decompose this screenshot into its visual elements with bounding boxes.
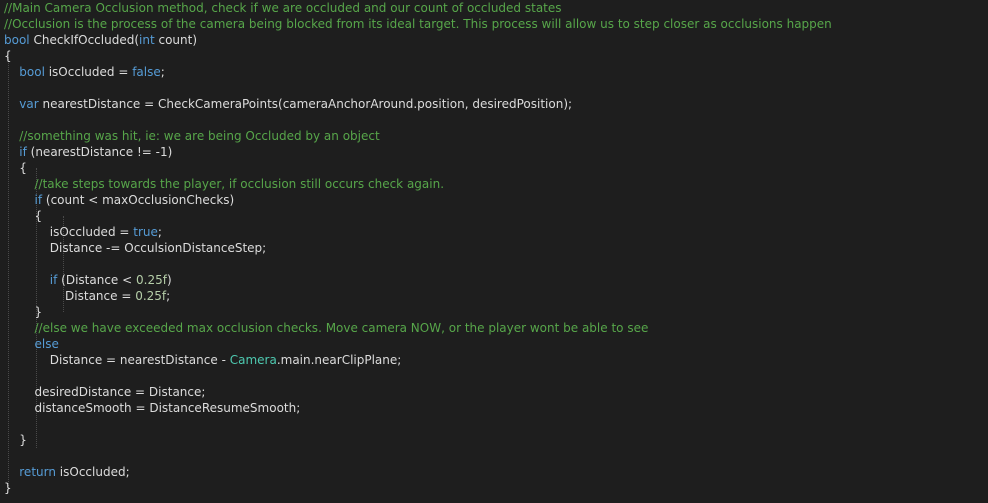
code-line[interactable]: isOccluded = true;	[0, 224, 988, 240]
code-token: CheckIfOccluded(	[29, 33, 140, 47]
code-line[interactable]: //take steps towards the player, if occl…	[0, 176, 988, 192]
code-text-area[interactable]: //Main Camera Occlusion method, check if…	[0, 0, 988, 503]
keyword-token: if	[34, 193, 43, 207]
keyword-token: return	[19, 465, 56, 479]
code-token: ;	[157, 225, 162, 239]
code-token: isOccluded;	[55, 465, 130, 479]
code-line[interactable]: if (nearestDistance != -1)	[0, 144, 988, 160]
code-line[interactable]: var nearestDistance = CheckCameraPoints(…	[0, 96, 988, 112]
code-line[interactable]: //Occlusion is the process of the camera…	[0, 16, 988, 32]
keyword-token: false	[132, 65, 161, 79]
code-line[interactable]: return isOccluded;	[0, 464, 988, 480]
code-token: {	[4, 209, 43, 223]
type-name-token: Camera	[229, 353, 277, 367]
code-line[interactable]: {	[0, 208, 988, 224]
code-token: (nearestDistance != -1)	[26, 145, 173, 159]
code-token: .main.nearClipPlane;	[276, 353, 402, 367]
code-line[interactable]	[0, 256, 988, 272]
code-line[interactable]: }	[0, 432, 988, 448]
keyword-token: int	[139, 33, 155, 47]
code-token: Distance -= OcculsionDistanceStep;	[4, 241, 267, 255]
code-line[interactable]: }	[0, 480, 988, 496]
code-line[interactable]: }	[0, 304, 988, 320]
comment-token: //something was hit, ie: we are being Oc…	[19, 129, 380, 143]
code-token: nearestDistance = CheckCameraPoints(came…	[38, 97, 573, 111]
comment-token: //Main Camera Occlusion method, check if…	[4, 1, 562, 15]
code-line[interactable]: if (Distance < 0.25f)	[0, 272, 988, 288]
code-token: )	[166, 273, 172, 287]
code-token: isOccluded =	[44, 65, 133, 79]
code-token: {	[4, 161, 27, 175]
code-line[interactable]: Distance = 0.25f;	[0, 288, 988, 304]
code-token: Distance =	[4, 289, 136, 303]
number-literal-token: 0.25f	[136, 273, 167, 287]
code-line[interactable]: {	[0, 160, 988, 176]
code-token: ;	[160, 65, 165, 79]
code-line[interactable]: bool CheckIfOccluded(int count)	[0, 32, 988, 48]
code-line[interactable]: //else we have exceeded max occlusion ch…	[0, 320, 988, 336]
code-line[interactable]: //Main Camera Occlusion method, check if…	[0, 0, 988, 16]
code-token: ;	[166, 289, 171, 303]
code-token: (Distance <	[57, 273, 136, 287]
code-line[interactable]: //something was hit, ie: we are being Oc…	[0, 128, 988, 144]
code-token: desiredDistance = Distance;	[4, 385, 206, 399]
keyword-token: else	[34, 337, 59, 351]
code-line[interactable]: if (count < maxOcclusionChecks)	[0, 192, 988, 208]
code-line[interactable]	[0, 80, 988, 96]
code-line[interactable]	[0, 416, 988, 432]
code-line[interactable]	[0, 112, 988, 128]
code-token: isOccluded =	[4, 225, 134, 239]
code-line[interactable]: distanceSmooth = DistanceResumeSmooth;	[0, 400, 988, 416]
code-line[interactable]: desiredDistance = Distance;	[0, 384, 988, 400]
keyword-token: var	[19, 97, 39, 111]
code-token: distanceSmooth = DistanceResumeSmooth;	[4, 401, 301, 415]
keyword-token: bool	[19, 65, 45, 79]
code-line[interactable]: Distance -= OcculsionDistanceStep;	[0, 240, 988, 256]
code-line[interactable]	[0, 368, 988, 384]
code-line[interactable]: Distance = nearestDistance - Camera.main…	[0, 352, 988, 368]
number-literal-token: 0.25f	[135, 289, 167, 303]
code-line[interactable]: bool isOccluded = false;	[0, 64, 988, 80]
comment-token: //take steps towards the player, if occl…	[34, 177, 445, 191]
code-token: (count < maxOcclusionChecks)	[42, 193, 235, 207]
code-editor[interactable]: //Main Camera Occlusion method, check if…	[0, 0, 988, 503]
keyword-token: true	[133, 225, 158, 239]
code-token: }	[4, 305, 43, 319]
code-line[interactable]	[0, 448, 988, 464]
code-token: Distance = nearestDistance -	[4, 353, 230, 367]
code-token: count)	[154, 33, 198, 47]
keyword-token: if	[19, 145, 27, 159]
code-token: }	[4, 433, 27, 447]
code-token: {	[4, 49, 12, 63]
comment-token: //Occlusion is the process of the camera…	[4, 17, 832, 31]
keyword-token: bool	[4, 33, 30, 47]
code-line[interactable]: {	[0, 48, 988, 64]
code-line[interactable]: else	[0, 336, 988, 352]
comment-token: //else we have exceeded max occlusion ch…	[34, 321, 649, 335]
